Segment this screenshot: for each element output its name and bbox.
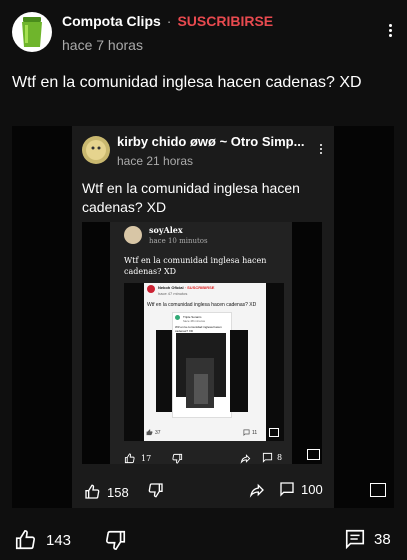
comment-count: 38: [374, 530, 391, 548]
channel-avatar[interactable]: [12, 12, 52, 52]
embed3-side-dark-left: [156, 330, 172, 412]
comments-button[interactable]: 38: [344, 528, 391, 550]
embed1-gutter-right: [292, 222, 322, 464]
embed1-menu-icon: [318, 142, 324, 156]
embed3-text: Wtf en la comunidad inglesa hacen cadena…: [147, 302, 257, 308]
embed1-text: Wtf en la comunidad inglesa hacen cadena…: [82, 180, 300, 215]
comment-icon: [243, 429, 250, 436]
comment-icon: [262, 452, 273, 463]
channel-name[interactable]: Compota Clips: [62, 13, 161, 29]
post-text: Wtf en la comunidad inglesa hacen cadena…: [12, 74, 362, 91]
embed1-author: kirby chido øwø ~ Otro Simp...: [117, 134, 305, 149]
embed4-time: hace 48 minutos: [183, 319, 206, 323]
kirby-avatar-icon: [86, 140, 106, 160]
embed2-time: hace 10 minutos: [149, 237, 208, 245]
image-gutter-right: [334, 126, 394, 508]
share-icon: [240, 454, 251, 464]
embed3-subscribe: · SUSCRIBIRSE: [184, 285, 215, 290]
embed3-author: Nekoh Oficial: [158, 285, 184, 290]
embed3-like-count: 37: [155, 429, 161, 436]
embed1-time: hace 21 horas: [117, 154, 194, 168]
embed1-like-count: 158: [107, 484, 129, 500]
embed2-comment-count: 8: [277, 453, 283, 462]
header-separator: ·: [166, 13, 172, 29]
embed1-gutter-left: [82, 222, 110, 464]
embed2-text: Wtf en la comunidad inglesa hacen cadena…: [124, 256, 267, 276]
dislike-button[interactable]: [105, 529, 127, 551]
embed3-author-row: Nekoh Oficial · SUSCRIBIRSE: [158, 285, 214, 290]
embed2-like-button: 17: [124, 453, 151, 464]
like-button[interactable]: 143: [14, 529, 71, 551]
embed3-image-icon: [269, 428, 279, 437]
embed3-time: hace 47 minutos: [158, 291, 188, 296]
embed3-comment-count: 11: [252, 429, 258, 436]
embed3-avatar: [147, 285, 155, 293]
embed1-image-icon: [370, 483, 386, 497]
embed2-author: soyAlex: [149, 225, 183, 235]
like-count: 143: [46, 531, 72, 549]
embed1-like-button: 158: [84, 484, 129, 500]
thumbs-up-icon: [124, 453, 135, 464]
thumbs-up-icon: [15, 530, 35, 550]
embed6-image: [194, 374, 208, 404]
image-gutter-left: [12, 126, 72, 508]
embed2-image-icon: [307, 449, 320, 460]
embed1-comment-count: 100: [301, 481, 323, 497]
embed4-text: Wtf en la comunidad inglesa hacen cadena…: [175, 325, 222, 333]
embed3-comment-button: 11: [243, 429, 257, 436]
post-header: Compota Clips · SUSCRIBIRSE: [62, 12, 273, 30]
embed2-comment-button: 8: [262, 452, 282, 463]
embed1-comment-button: 100: [279, 481, 323, 497]
share-icon: [249, 483, 264, 498]
embed1-avatar: [82, 136, 110, 164]
compota-jar-icon: [22, 17, 42, 47]
embed3-side-dark-right: [230, 330, 248, 412]
comment-icon: [280, 482, 294, 497]
thumbs-down-icon: [172, 453, 183, 464]
embed2-avatar: [124, 226, 142, 244]
embed2-like-count: 17: [141, 454, 152, 463]
thumbs-up-icon: [146, 429, 153, 436]
thumbs-down-icon: [148, 483, 163, 498]
thumbs-up-icon: [85, 484, 100, 499]
post-menu-icon[interactable]: [386, 22, 394, 39]
comment-icon: [345, 529, 365, 550]
post-time: hace 7 horas: [62, 37, 143, 53]
embed3-like-button: 37: [146, 429, 161, 436]
subscribe-button[interactable]: SUSCRIBIRSE: [177, 13, 273, 29]
embed4-avatar: [175, 315, 180, 320]
